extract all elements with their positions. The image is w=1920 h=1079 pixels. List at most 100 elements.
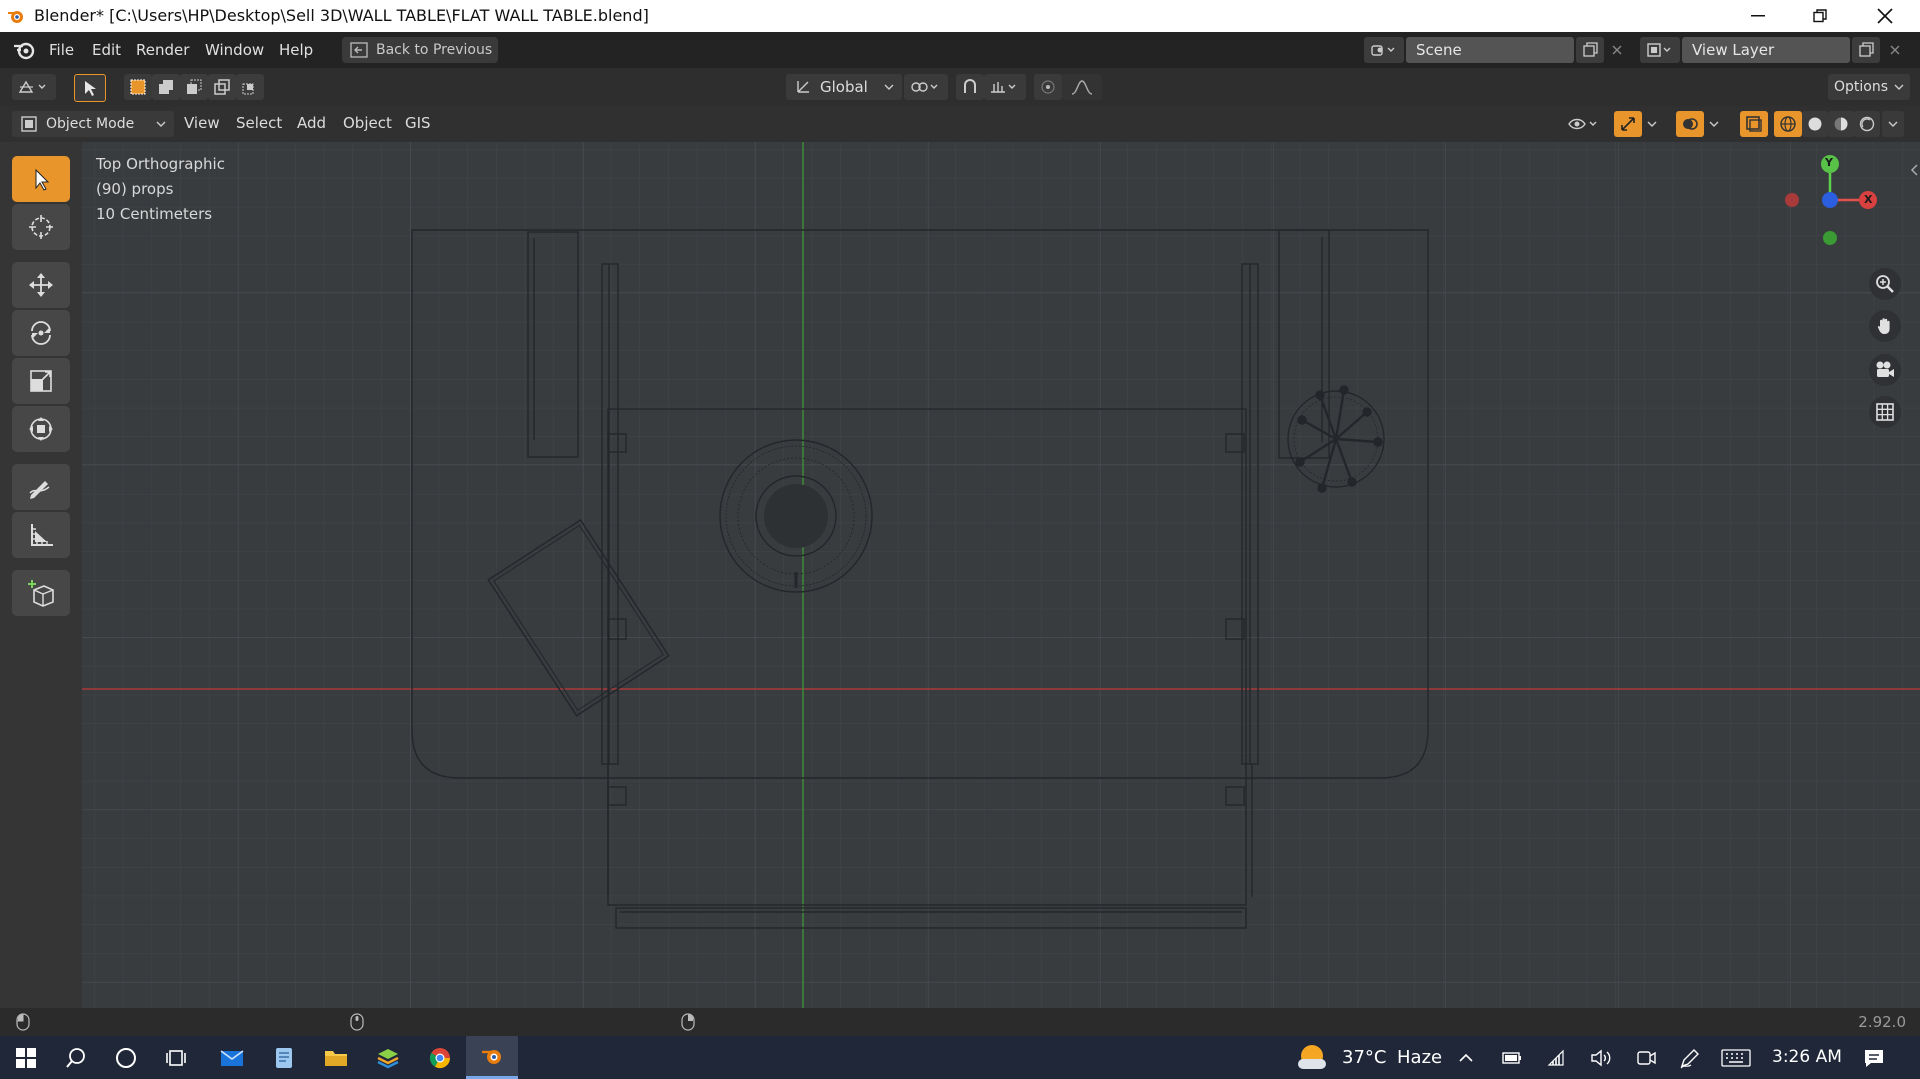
battery-button[interactable] <box>1490 1036 1534 1079</box>
xray-toggle-button[interactable] <box>1740 111 1768 137</box>
visibility-dropdown[interactable] <box>1562 111 1606 137</box>
gizmo-y-label: Y <box>1825 156 1833 169</box>
perspective-toggle-button[interactable] <box>1869 396 1901 428</box>
select-tool-icon-button[interactable] <box>74 74 106 102</box>
task-view-icon <box>165 1047 187 1069</box>
minimize-button[interactable] <box>1728 0 1788 32</box>
back-to-previous-button[interactable]: Back to Previous <box>342 37 498 63</box>
notification-icon <box>1863 1047 1885 1069</box>
temperature-label[interactable]: 37°C <box>1342 1047 1386 1068</box>
navigation-gizmo[interactable]: Y X <box>1782 154 1892 254</box>
header-menu-object[interactable]: Object <box>343 114 392 132</box>
tool-settings-header: Global Options <box>0 68 1920 106</box>
select-mode-difference-button[interactable] <box>208 74 236 100</box>
menu-window[interactable]: Window <box>205 41 264 59</box>
view-layer-name-field[interactable]: View Layer <box>1682 37 1850 63</box>
gizmo-toggle-button[interactable] <box>1614 111 1642 137</box>
material-shading-button[interactable] <box>1828 111 1854 137</box>
snap-toggle-button[interactable] <box>956 74 984 100</box>
touch-keyboard-button[interactable] <box>1714 1036 1758 1079</box>
delete-view-layer-button[interactable] <box>1882 37 1908 63</box>
weather-label[interactable]: Haze <box>1397 1047 1442 1068</box>
menu-edit[interactable]: Edit <box>92 41 121 59</box>
camera-view-button[interactable] <box>1869 354 1901 386</box>
cortana-button[interactable] <box>102 1036 150 1079</box>
header-menu-view[interactable]: View <box>184 114 220 132</box>
cursor-tool[interactable] <box>12 204 70 250</box>
view-name-label: Top Orthographic <box>96 155 225 173</box>
new-scene-button[interactable] <box>1576 37 1604 63</box>
menu-file[interactable]: File <box>49 41 74 59</box>
pivot-point-dropdown[interactable] <box>904 74 948 100</box>
select-mode-intersect-button[interactable] <box>236 74 264 100</box>
object-mode-dropdown[interactable]: Object Mode <box>12 111 174 137</box>
viewport-header: Object Mode View Select Add Object GIS <box>0 106 1920 142</box>
annotate-tool[interactable] <box>12 464 70 510</box>
tool-shelf <box>0 142 82 1008</box>
cortana-circle-icon <box>115 1047 137 1069</box>
search-button[interactable] <box>52 1036 100 1079</box>
pan-view-button[interactable] <box>1869 310 1901 342</box>
viewport-scene-canvas <box>82 142 1920 1008</box>
layers-app-button[interactable] <box>364 1036 412 1079</box>
editor-type-button[interactable] <box>12 74 56 100</box>
sidebar-toggle-icon[interactable] <box>1908 162 1920 178</box>
task-view-button[interactable] <box>152 1036 200 1079</box>
header-menu-select[interactable]: Select <box>236 114 282 132</box>
clock-time[interactable]: 3:26 AM <box>1772 1047 1842 1067</box>
solid-shading-button[interactable] <box>1802 111 1828 137</box>
header-menu-add[interactable]: Add <box>297 114 326 132</box>
overlays-dropdown[interactable] <box>1704 111 1724 137</box>
rotate-tool[interactable] <box>12 310 70 356</box>
network-button[interactable] <box>1536 1036 1580 1079</box>
add-cube-tool[interactable] <box>12 570 70 616</box>
meet-now-button[interactable] <box>1624 1036 1668 1079</box>
menu-help[interactable]: Help <box>279 41 313 59</box>
scale-tool[interactable] <box>12 358 70 404</box>
file-explorer-button[interactable] <box>312 1036 360 1079</box>
select-mode-subtract-button[interactable] <box>180 74 208 100</box>
volume-button[interactable] <box>1580 1036 1624 1079</box>
gizmo-dropdown[interactable] <box>1642 111 1662 137</box>
weather-icon <box>1296 1042 1328 1072</box>
select-mode-extend-button[interactable] <box>152 74 180 100</box>
chrome-button[interactable] <box>416 1036 464 1079</box>
snap-target-dropdown[interactable] <box>984 74 1026 100</box>
scene-browse-button[interactable] <box>1364 37 1404 63</box>
pen-workspace-button[interactable] <box>1668 1036 1712 1079</box>
menu-render[interactable]: Render <box>136 41 189 59</box>
view-layer-browse-button[interactable] <box>1640 37 1680 63</box>
camera-icon <box>1874 360 1896 380</box>
wifi-icon <box>1547 1049 1569 1067</box>
shading-dropdown[interactable] <box>1882 111 1904 137</box>
falloff-dropdown[interactable] <box>1062 74 1102 100</box>
move-tool[interactable] <box>12 262 70 308</box>
header-menu-gis[interactable]: GIS <box>405 114 431 132</box>
select-box-tool[interactable] <box>12 156 70 202</box>
action-center-button[interactable] <box>1852 1036 1896 1079</box>
notes-app-button[interactable] <box>260 1036 308 1079</box>
blender-taskbar-button[interactable] <box>466 1036 518 1079</box>
transform-tool[interactable] <box>12 406 70 452</box>
options-dropdown[interactable]: Options <box>1828 74 1910 100</box>
blender-top-bar: File Edit Render Window Help Back to Pre… <box>0 32 1920 68</box>
wireframe-shading-button[interactable] <box>1774 111 1802 137</box>
close-window-button[interactable] <box>1855 0 1915 32</box>
restore-button[interactable] <box>1790 0 1850 32</box>
start-button[interactable] <box>2 1036 50 1079</box>
scene-name-field[interactable]: Scene <box>1406 37 1574 63</box>
3d-viewport[interactable]: Top Orthographic (90) props 10 Centimete… <box>82 142 1920 1008</box>
delete-scene-button[interactable] <box>1604 37 1630 63</box>
mail-app-button[interactable] <box>208 1036 256 1079</box>
rendered-shading-button[interactable] <box>1854 111 1880 137</box>
search-icon <box>65 1047 87 1069</box>
blender-menu-icon[interactable] <box>12 39 36 61</box>
show-hidden-icons-button[interactable] <box>1444 1036 1488 1079</box>
overlays-toggle-button[interactable] <box>1676 111 1704 137</box>
new-view-layer-button[interactable] <box>1852 37 1880 63</box>
measure-tool[interactable] <box>12 512 70 558</box>
proportional-editing-button[interactable] <box>1034 74 1062 100</box>
select-mode-new-button[interactable] <box>124 74 152 100</box>
zoom-view-button[interactable] <box>1869 268 1901 300</box>
transform-orientation-dropdown[interactable]: Global <box>786 74 902 100</box>
